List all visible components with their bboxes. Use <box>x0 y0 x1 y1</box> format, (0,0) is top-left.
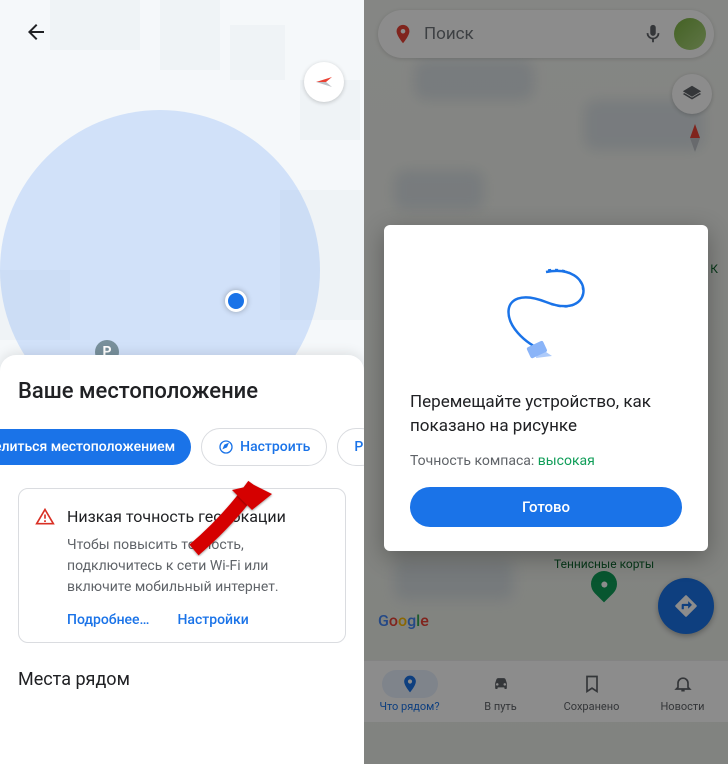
calibrate-chip-label: Настроить <box>240 439 310 455</box>
low-accuracy-card: Низкая точность геолокации Чтобы повысит… <box>18 488 346 643</box>
dialog-title: Перемещайте устройство, как показано на … <box>410 391 682 439</box>
location-bottom-sheet[interactable]: Ваше местоположение елиться местоположен… <box>0 355 364 764</box>
learn-more-link[interactable]: Подробнее… <box>67 612 149 628</box>
map-building <box>230 25 285 80</box>
calibrate-chip[interactable]: Настроить <box>201 428 327 466</box>
compass-needle-icon <box>314 72 334 92</box>
compass-button[interactable] <box>304 62 344 102</box>
compass-accuracy-line: Точность компаса: высокая <box>410 453 682 469</box>
left-screenshot: P Ваше местоположение елиться местополож… <box>0 0 364 764</box>
share-location-chip[interactable]: елиться местоположением <box>0 429 191 465</box>
map-building <box>160 0 220 70</box>
accuracy-label: Точность компаса: <box>410 453 538 469</box>
chip-row: елиться местоположением Настроить P <box>0 428 346 466</box>
accuracy-card-title: Низкая точность геолокации <box>67 507 286 526</box>
map-building <box>50 0 140 50</box>
back-button[interactable] <box>22 18 50 46</box>
calibration-dialog: Перемещайте устройство, как показано на … <box>384 225 708 551</box>
done-button[interactable]: Готово <box>410 487 682 527</box>
right-screenshot: Поиск К Теннисные корты ● Google Что ряд… <box>364 0 728 764</box>
warning-icon <box>35 507 55 527</box>
accuracy-card-body: Чтобы повысить точность, подключитесь к … <box>67 535 329 598</box>
calibration-illustration <box>410 247 682 377</box>
explore-icon <box>218 439 234 455</box>
arrow-left-icon <box>24 20 48 44</box>
accuracy-value: высокая <box>538 453 595 469</box>
nearby-heading: Места рядом <box>18 669 346 690</box>
extra-chip[interactable]: P <box>337 428 364 466</box>
sheet-title: Ваше местоположение <box>18 379 346 404</box>
my-location-dot[interactable] <box>225 290 247 312</box>
settings-link[interactable]: Настройки <box>177 612 248 628</box>
